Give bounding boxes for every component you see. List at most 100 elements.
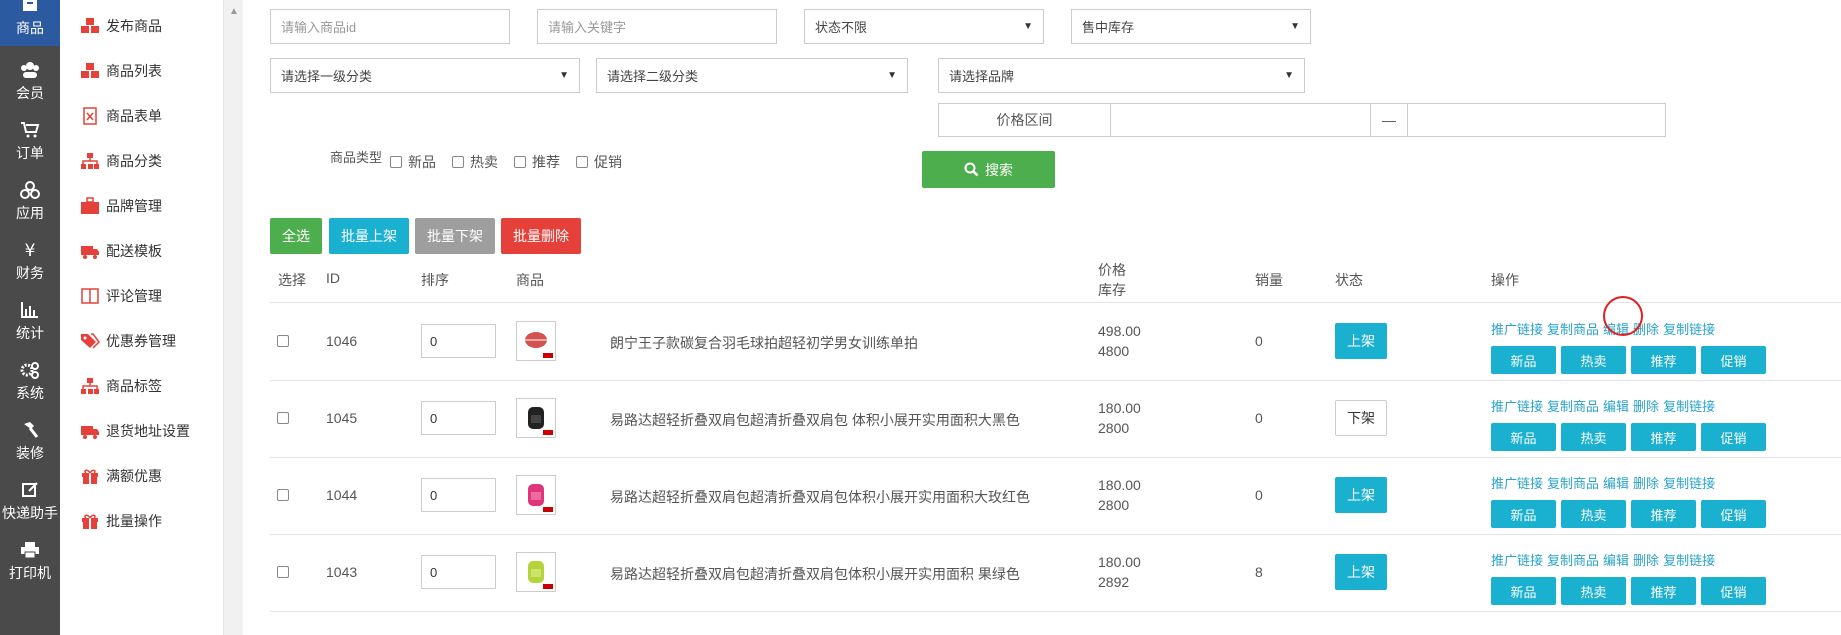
rail-item-stats[interactable]: 统计 <box>0 291 60 351</box>
copy-goods-link[interactable]: 复制商品 <box>1547 399 1599 414</box>
sidebar-item-full-discount[interactable]: 满额优惠 <box>80 464 162 488</box>
price-max-input[interactable] <box>1408 104 1665 136</box>
tag-promo-button[interactable]: 促销 <box>1701 500 1766 528</box>
edit-icon <box>22 482 38 497</box>
row-product-name[interactable]: 易路达超轻折叠双肩包超清折叠双肩包 体积小展开实用面积大黑色 <box>610 410 1020 430</box>
delete-link[interactable]: 删除 <box>1633 476 1659 491</box>
type-recommend-checkbox[interactable]: 推荐 <box>514 152 560 172</box>
copy-goods-link[interactable]: 复制商品 <box>1547 553 1599 568</box>
keyword-input[interactable]: 请输入关键字 <box>537 9 777 44</box>
sidebar-item-brand[interactable]: 品牌管理 <box>80 194 162 218</box>
rail-item-express[interactable]: 快递助手 <box>0 471 60 531</box>
tag-promo-button[interactable]: 促销 <box>1701 423 1766 451</box>
batch-delete-button[interactable]: 批量删除 <box>501 218 581 254</box>
promo-link[interactable]: 推广链接 <box>1491 322 1543 337</box>
sidebar-item-shipping[interactable]: 配送模板 <box>80 239 162 263</box>
sidebar-item-form[interactable]: 商品表单 <box>80 104 162 128</box>
rail-item-printer[interactable]: 打印机 <box>0 531 60 591</box>
row-checkbox[interactable] <box>277 412 289 424</box>
row-status-button[interactable]: 上架 <box>1335 554 1387 590</box>
rail-item-members[interactable]: 会员 <box>0 51 60 111</box>
stock-select[interactable]: 售中库存 ▼ <box>1071 9 1311 44</box>
tag-recommend-button[interactable]: 推荐 <box>1631 423 1696 451</box>
tag-promo-button[interactable]: 促销 <box>1701 346 1766 374</box>
row-status-button[interactable]: 上架 <box>1335 477 1387 513</box>
row-product-name[interactable]: 朗宁王子款碳复合羽毛球拍超轻初学男女训练单拍 <box>610 333 918 353</box>
category1-select[interactable]: 请选择一级分类 ▼ <box>270 58 580 93</box>
rail-item-orders[interactable]: 订单 <box>0 111 60 171</box>
edit-link[interactable]: 编辑 <box>1603 553 1629 568</box>
copy-goods-link[interactable]: 复制商品 <box>1547 476 1599 491</box>
type-promo-checkbox[interactable]: 促销 <box>576 152 622 172</box>
search-button[interactable]: 搜索 <box>922 151 1055 188</box>
tag-new-button[interactable]: 新品 <box>1491 500 1556 528</box>
sidebar-item-publish[interactable]: 发布商品 <box>80 14 162 38</box>
checkbox[interactable] <box>576 156 589 168</box>
copy-goods-link[interactable]: 复制商品 <box>1547 322 1599 337</box>
copy-url-link[interactable]: 复制链接 <box>1663 476 1715 491</box>
tag-hot-button[interactable]: 热卖 <box>1561 346 1626 374</box>
row-product-name[interactable]: 易路达超轻折叠双肩包超清折叠双肩包体积小展开实用面积 果绿色 <box>610 564 1020 584</box>
type-new-checkbox[interactable]: 新品 <box>390 152 436 172</box>
edit-link[interactable]: 编辑 <box>1603 476 1629 491</box>
tag-hot-button[interactable]: 热卖 <box>1561 423 1626 451</box>
sidebar-item-comments[interactable]: 评论管理 <box>80 284 162 308</box>
row-sort-input[interactable]: 0 <box>421 555 496 589</box>
tag-new-button[interactable]: 新品 <box>1491 423 1556 451</box>
row-status-button[interactable]: 上架 <box>1335 323 1387 359</box>
col-id: ID <box>326 270 340 286</box>
goods-id-input[interactable]: 请输入商品id <box>270 9 510 44</box>
delete-link[interactable]: 删除 <box>1633 553 1659 568</box>
sidebar-item-list[interactable]: 商品列表 <box>80 59 162 83</box>
checkbox[interactable] <box>390 156 403 168</box>
category2-select[interactable]: 请选择二级分类 ▼ <box>596 58 908 93</box>
tag-recommend-button[interactable]: 推荐 <box>1631 346 1696 374</box>
copy-url-link[interactable]: 复制链接 <box>1663 322 1715 337</box>
tag-hot-button[interactable]: 热卖 <box>1561 577 1626 605</box>
copy-url-link[interactable]: 复制链接 <box>1663 399 1715 414</box>
status-select[interactable]: 状态不限 ▼ <box>804 9 1044 44</box>
checkbox[interactable] <box>514 156 527 168</box>
edit-link[interactable]: 编辑 <box>1603 399 1629 414</box>
row-checkbox[interactable] <box>277 335 289 347</box>
rail-item-finance[interactable]: ¥ 财务 <box>0 231 60 291</box>
brand-select[interactable]: 请选择品牌 ▼ <box>938 58 1305 93</box>
promo-link[interactable]: 推广链接 <box>1491 476 1543 491</box>
row-sort-input[interactable]: 0 <box>421 478 496 512</box>
tag-new-button[interactable]: 新品 <box>1491 346 1556 374</box>
price-min-input[interactable] <box>1111 104 1371 136</box>
tag-hot-button[interactable]: 热卖 <box>1561 500 1626 528</box>
row-sort-input[interactable]: 0 <box>421 401 496 435</box>
select-all-button[interactable]: 全选 <box>270 218 322 254</box>
row-checkbox[interactable] <box>277 566 289 578</box>
promo-link[interactable]: 推广链接 <box>1491 553 1543 568</box>
type-hot-checkbox[interactable]: 热卖 <box>452 152 498 172</box>
row-product-name[interactable]: 易路达超轻折叠双肩包超清折叠双肩包体积小展开实用面积大玫红色 <box>610 487 1030 507</box>
truck-icon <box>81 246 99 259</box>
tag-recommend-button[interactable]: 推荐 <box>1631 500 1696 528</box>
batch-on-shelf-button[interactable]: 批量上架 <box>329 218 409 254</box>
rail-item-decor[interactable]: 装修 <box>0 411 60 471</box>
row-status-button[interactable]: 下架 <box>1335 400 1387 436</box>
tag-new-button[interactable]: 新品 <box>1491 577 1556 605</box>
row-checkbox[interactable] <box>277 489 289 501</box>
sidebar-item-category[interactable]: 商品分类 <box>80 149 162 173</box>
sidebar-item-batch[interactable]: 批量操作 <box>80 509 162 533</box>
checkbox[interactable] <box>452 156 465 168</box>
tag-recommend-button[interactable]: 推荐 <box>1631 577 1696 605</box>
promo-link[interactable]: 推广链接 <box>1491 399 1543 414</box>
row-sort-input[interactable]: 0 <box>421 324 496 358</box>
row-divider <box>270 457 1841 458</box>
delete-link[interactable]: 删除 <box>1633 399 1659 414</box>
tag-promo-button[interactable]: 促销 <box>1701 577 1766 605</box>
sidebar-item-labels[interactable]: 商品标签 <box>80 374 162 398</box>
rail-item-apps[interactable]: 应用 <box>0 171 60 231</box>
batch-off-shelf-button[interactable]: 批量下架 <box>415 218 495 254</box>
sidebar-collapse-bar[interactable]: ▲ <box>223 0 243 635</box>
copy-url-link[interactable]: 复制链接 <box>1663 553 1715 568</box>
rail-item-goods[interactable]: 商品 <box>0 0 60 46</box>
row-action-links: 推广链接 复制商品 编辑 删除 复制链接 <box>1491 473 1719 492</box>
sidebar-item-coupons[interactable]: 优惠券管理 <box>80 329 176 353</box>
rail-item-system[interactable]: 系统 <box>0 351 60 411</box>
sidebar-item-return-address[interactable]: 退货地址设置 <box>80 419 190 443</box>
